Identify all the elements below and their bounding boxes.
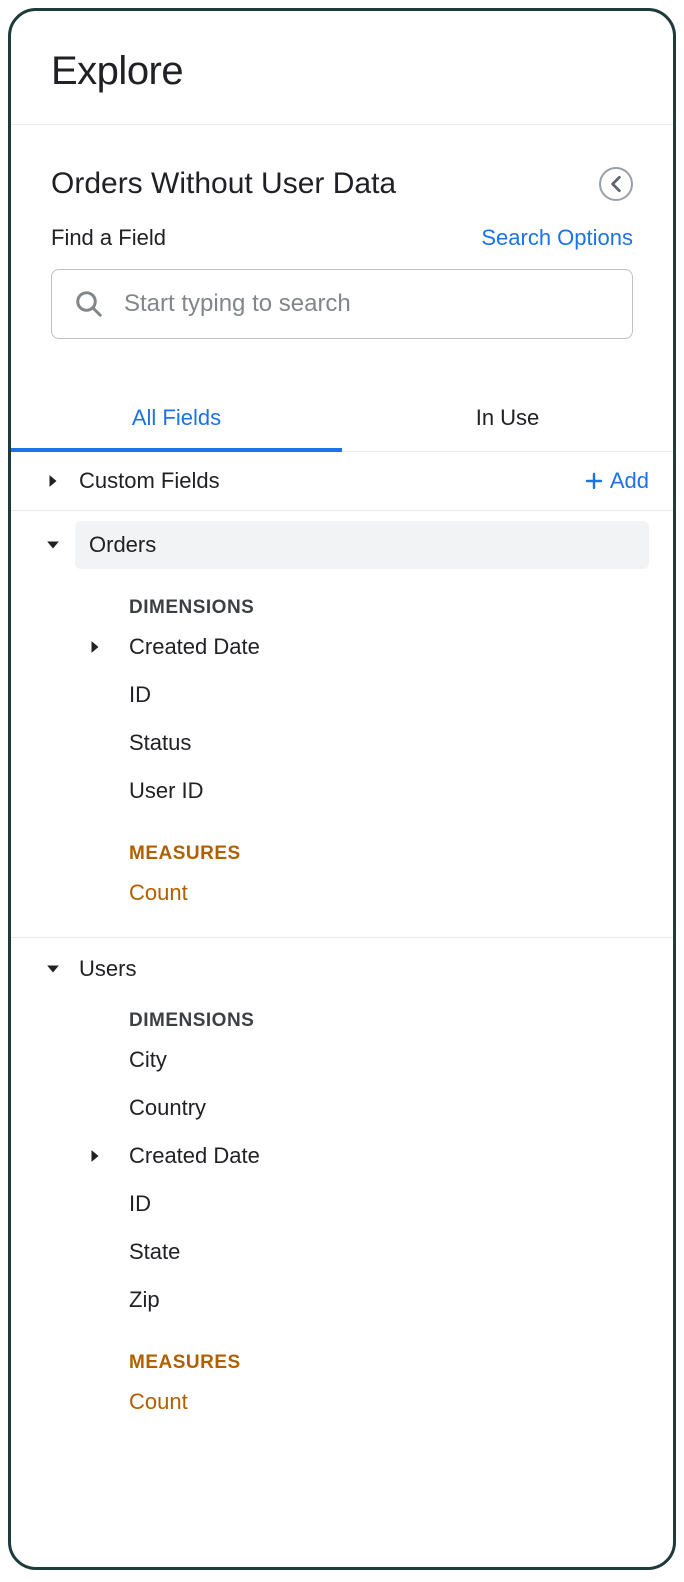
field-name: Count [129,880,673,906]
explore-title: Orders Without User Data [51,167,396,201]
add-label: Add [610,468,649,494]
search-box[interactable] [51,269,633,339]
field-item[interactable]: User ID [11,767,673,815]
chevron-down-icon [35,539,71,551]
explore-panel: Explore Orders Without User Data Find a … [8,8,676,1570]
view-label: Users [71,956,649,982]
field-name: Count [129,1389,673,1415]
field-item[interactable]: City [11,1036,673,1084]
tab-in-use[interactable]: In Use [342,387,673,451]
explore-title-row: Orders Without User Data [11,125,673,201]
add-custom-field-button[interactable]: Add [584,468,649,494]
field-name: Country [129,1095,673,1121]
view-users: DIMENSIONS City Country Created Date ID … [11,988,673,1446]
chevron-right-icon [89,1149,129,1163]
panel-header: Explore [11,11,673,125]
field-name: State [129,1239,673,1265]
chevron-right-icon [89,640,129,654]
search-options-link[interactable]: Search Options [481,225,633,251]
dimensions-heading: DIMENSIONS [11,996,673,1036]
field-name: ID [129,1191,673,1217]
field-name: Zip [129,1287,673,1313]
custom-fields-row[interactable]: Custom Fields Add [11,452,673,511]
find-field-label: Find a Field [51,225,166,251]
find-field-row: Find a Field Search Options [11,201,673,251]
measures-heading: MEASURES [11,1324,673,1378]
field-tabs: All Fields In Use [11,387,673,452]
search-icon [74,289,104,319]
chevron-left-icon [609,175,623,193]
field-name: Status [129,730,673,756]
chevron-down-icon [35,963,71,975]
field-item[interactable]: State [11,1228,673,1276]
view-header-orders[interactable]: Orders [11,511,673,575]
chevron-right-icon [35,474,71,488]
field-item[interactable]: Count [11,1378,673,1426]
search-input[interactable] [122,289,610,319]
field-item[interactable]: Created Date [11,1132,673,1180]
field-item[interactable]: ID [11,671,673,719]
collapse-panel-button[interactable] [599,167,633,201]
field-name: ID [129,682,673,708]
field-name: Created Date [129,634,673,660]
measures-heading: MEASURES [11,815,673,869]
field-item[interactable]: Country [11,1084,673,1132]
view-orders: DIMENSIONS Created Date ID Status User I… [11,575,673,938]
dimensions-heading: DIMENSIONS [11,583,673,623]
custom-fields-label: Custom Fields [71,468,584,494]
field-item[interactable]: Count [11,869,673,917]
field-item[interactable]: Zip [11,1276,673,1324]
tab-all-fields[interactable]: All Fields [11,387,342,451]
field-name: Created Date [129,1143,673,1169]
plus-icon [584,471,604,491]
field-item[interactable]: Created Date [11,623,673,671]
field-item[interactable]: ID [11,1180,673,1228]
field-item[interactable]: Status [11,719,673,767]
field-name: User ID [129,778,673,804]
field-name: City [129,1047,673,1073]
view-label: Orders [89,532,156,557]
page-title: Explore [51,49,633,94]
view-header-users[interactable]: Users [11,938,673,988]
